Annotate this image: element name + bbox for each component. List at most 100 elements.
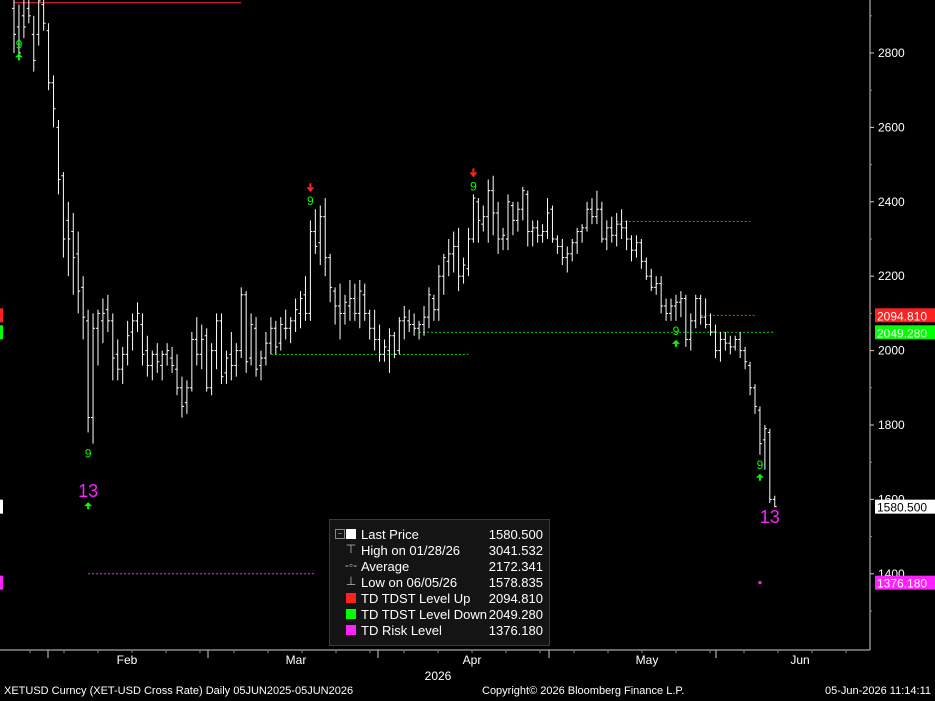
ohlc-bar xyxy=(130,313,135,351)
ohlc-bar xyxy=(589,198,594,225)
timestamp: 05-Jun-2026 11:14:11 xyxy=(824,685,931,697)
td-setup-9-label: 9 xyxy=(307,194,314,208)
ohlc-bar xyxy=(189,332,194,392)
ohlc-bar xyxy=(288,317,293,344)
legend-series-value: 2172.341 xyxy=(488,559,543,574)
ohlc-bar xyxy=(461,257,466,284)
ohlc-bar xyxy=(614,212,619,247)
legend-series-name: Last Price xyxy=(361,527,419,542)
ohlc-bar xyxy=(199,324,204,370)
ohlc-bar xyxy=(184,380,189,414)
ohlc-bar xyxy=(56,119,61,195)
legend-swatch xyxy=(346,593,356,603)
ohlc-bar xyxy=(66,201,71,277)
legend-glyph-icon: ⊥ xyxy=(345,574,357,588)
arrow-shaft xyxy=(17,57,20,61)
ohlc-bar xyxy=(510,201,515,236)
ohlc-bar xyxy=(678,291,683,318)
ohlc-bar xyxy=(545,198,550,239)
td-setup-9-label: 9 xyxy=(757,458,764,472)
legend-series-value: 1580.500 xyxy=(488,527,543,542)
ohlc-bar xyxy=(209,343,214,396)
ohlc-bar xyxy=(634,235,639,258)
ohlc-bar xyxy=(599,201,604,243)
ohlc-bar xyxy=(466,227,471,277)
arrow-shaft xyxy=(674,343,677,347)
ohlc-bar xyxy=(135,302,140,332)
month-label: Apr xyxy=(463,653,482,667)
legend-swatch xyxy=(346,529,356,539)
ohlc-bar xyxy=(501,227,506,251)
ohlc-bar xyxy=(155,343,160,373)
ohlc-bar xyxy=(669,298,674,321)
ohlc-bar xyxy=(244,291,249,373)
td-countdown-13-label: 13 xyxy=(760,507,780,527)
td-setup-9-label: 9 xyxy=(470,179,477,193)
legend-series-name: TD TDST Level Up xyxy=(361,591,471,606)
ohlc-bar xyxy=(313,209,318,254)
ohlc-bar xyxy=(560,239,565,266)
ohlc-bar xyxy=(239,287,244,359)
left-level-stub xyxy=(0,575,3,590)
ohlc-bar xyxy=(100,298,105,344)
ohlc-bar xyxy=(708,313,713,336)
ohlc-bar xyxy=(515,201,520,232)
td-markers: 9 9 13 9 9 9 9 13 xyxy=(14,37,780,585)
ohlc-bar xyxy=(698,294,703,325)
arrow-up-icon xyxy=(755,473,764,481)
ohlc-bar xyxy=(659,276,664,314)
ohlc-bar xyxy=(412,313,417,336)
ohlc-bar xyxy=(333,287,338,325)
ohlc-bar xyxy=(51,75,56,128)
ohlc-bar xyxy=(407,309,412,332)
left-level-stub xyxy=(0,325,3,340)
ohlc-bar xyxy=(624,220,629,251)
ohlc-bar xyxy=(357,279,362,329)
td-setup-9-label: 9 xyxy=(85,447,92,461)
legend-series-name: Low on 06/05/26 xyxy=(361,575,458,590)
legend-series-value: 2094.810 xyxy=(488,591,543,606)
price-label-text: 1580.500 xyxy=(877,501,927,515)
legend-row: TD TDST Level Down 2049.280 xyxy=(330,607,549,623)
y-tick-label: 2800 xyxy=(878,46,905,60)
ohlc-bar xyxy=(81,276,86,340)
ohlc-bar xyxy=(352,283,357,321)
ohlc-bar xyxy=(283,309,288,340)
ohlc-bar xyxy=(372,309,377,351)
ohlc-bar xyxy=(165,343,170,366)
arrow-head xyxy=(755,473,764,478)
ohlc-bar xyxy=(555,235,560,254)
ohlc-bar xyxy=(293,298,298,332)
price-label-text: 1376.180 xyxy=(877,577,927,591)
ohlc-bar xyxy=(491,175,496,236)
ohlc-bar xyxy=(693,294,698,329)
ohlc-bar xyxy=(649,268,654,292)
ohlc-bar xyxy=(609,216,614,243)
month-label: Feb xyxy=(117,653,138,667)
ohlc-bar xyxy=(456,227,461,292)
ohlc-bar xyxy=(387,328,392,373)
ohlc-bar xyxy=(703,298,708,329)
td-setup-9-label: 9 xyxy=(673,324,680,338)
ohlc-bar xyxy=(772,495,777,508)
ohlc-bar xyxy=(604,220,609,251)
legend-series-value: 3041.532 xyxy=(488,543,543,558)
month-label: Jun xyxy=(790,653,809,667)
ohlc-bar xyxy=(570,239,575,262)
ohlc-bar xyxy=(476,198,481,243)
ohlc-bar xyxy=(422,305,427,336)
ohlc-bar xyxy=(145,335,150,377)
legend-row: ⊤ High on 01/28/26 3041.532 xyxy=(330,542,549,559)
ohlc-bar xyxy=(486,179,491,243)
arrow-shaft xyxy=(758,477,761,481)
ohlc-bar xyxy=(481,205,486,232)
ohlc-bar xyxy=(303,276,308,321)
ohlc-bar xyxy=(506,194,510,251)
ohlc-bar xyxy=(115,339,120,381)
ohlc-bar xyxy=(259,350,263,381)
arrow-shaft xyxy=(309,183,312,188)
month-label: May xyxy=(636,653,659,667)
ohlc-bar xyxy=(95,309,100,366)
price-label-text: 2094.810 xyxy=(877,309,927,323)
legend-swatch xyxy=(346,625,356,635)
